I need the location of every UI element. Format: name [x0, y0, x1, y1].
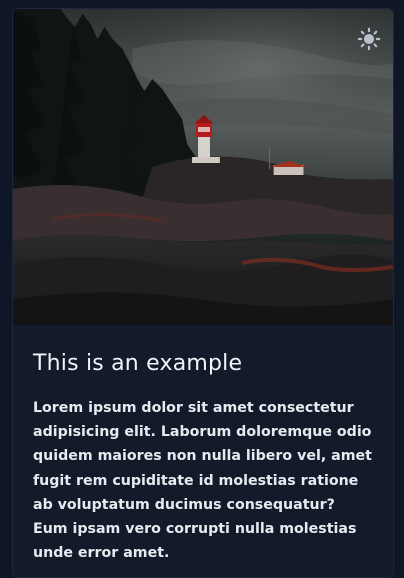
hero-image: [13, 9, 393, 325]
theme-toggle-button[interactable]: [357, 27, 381, 51]
sun-icon: [357, 27, 381, 51]
card-body-text: Lorem ipsum dolor sit amet consectetur a…: [33, 400, 372, 562]
card-title: This is an example: [33, 351, 243, 376]
article-card: This is an example Lorem ipsum dolor sit…: [12, 8, 394, 578]
card-content: This is an example Lorem ipsum dolor sit…: [13, 325, 393, 565]
lighthouse-photo: [13, 9, 393, 325]
